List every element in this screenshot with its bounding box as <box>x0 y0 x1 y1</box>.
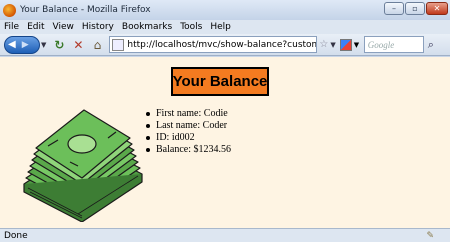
menu-tools[interactable]: Tools <box>180 22 202 32</box>
status-bar: Done ✎ <box>0 228 450 242</box>
maximize-button[interactable]: ▫ <box>405 2 425 15</box>
search-icon[interactable]: ⌕ <box>428 38 434 52</box>
addon-icon[interactable]: ✎ <box>426 231 434 241</box>
status-text: Done <box>4 230 28 241</box>
id-item: ID: id002 <box>146 132 231 144</box>
google-icon <box>339 38 352 51</box>
back-button[interactable]: ◀ ▶ <box>4 35 40 54</box>
forward-arrow-icon[interactable]: ▶ <box>22 40 29 50</box>
menu-edit[interactable]: Edit <box>27 22 44 32</box>
page-content: Your Balance First name: Codie Last name… <box>0 57 450 228</box>
last-name-item: Last name: Coder <box>146 120 231 132</box>
first-name-item: First name: Codie <box>146 108 231 120</box>
search-placeholder: Google <box>367 39 395 50</box>
window-title: Your Balance - Mozilla Firefox <box>20 5 151 15</box>
search-engine-dropdown-icon: ▼ <box>353 40 360 49</box>
url-bar[interactable]: http://localhost/mvc/show-balance?custom… <box>109 36 318 53</box>
navigation-toolbar: ◀ ▶ ▼ ↻ ✕ ⌂ http://localhost/mvc/show-ba… <box>0 34 450 56</box>
stop-icon[interactable]: ✕ <box>71 37 85 53</box>
home-icon[interactable]: ⌂ <box>90 37 104 53</box>
back-arrow-icon: ◀ <box>8 39 16 50</box>
minimize-button[interactable]: – <box>384 2 404 15</box>
page-title: Your Balance <box>171 67 269 96</box>
menu-help[interactable]: Help <box>210 22 231 32</box>
menu-file[interactable]: File <box>4 22 19 32</box>
balance-item: Balance: $1234.56 <box>146 144 231 156</box>
reload-icon[interactable]: ↻ <box>52 37 66 53</box>
title-bar: Your Balance - Mozilla Firefox – ▫ ✕ <box>0 0 450 20</box>
search-engine-selector[interactable]: ▼ <box>339 37 362 53</box>
search-input[interactable]: Google <box>363 36 424 53</box>
customer-details-list: First name: Codie Last name: Coder ID: i… <box>146 108 231 156</box>
url-text[interactable]: http://localhost/mvc/show-balance?custom… <box>127 40 316 50</box>
url-dropdown-icon[interactable]: ▼ <box>330 41 335 49</box>
window-controls: – ▫ ✕ <box>384 2 448 15</box>
menu-bar: File Edit View History Bookmarks Tools H… <box>0 20 450 34</box>
history-dropdown-icon[interactable]: ▼ <box>41 41 46 49</box>
menu-bookmarks[interactable]: Bookmarks <box>122 22 172 32</box>
menu-history[interactable]: History <box>82 22 114 32</box>
bookmark-star-icon[interactable]: ☆ <box>319 39 328 50</box>
money-stack-icon <box>23 109 143 222</box>
menu-view[interactable]: View <box>53 22 74 32</box>
site-favicon-icon <box>112 38 125 51</box>
firefox-icon <box>3 3 16 17</box>
close-button[interactable]: ✕ <box>426 2 448 15</box>
